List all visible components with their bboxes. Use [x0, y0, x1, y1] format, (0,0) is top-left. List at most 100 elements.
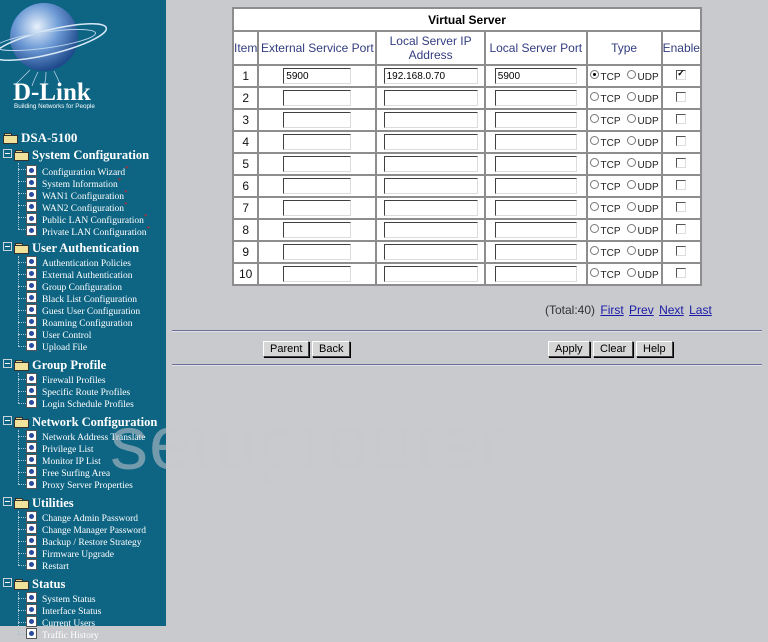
- external-port-input[interactable]: [283, 90, 352, 107]
- nav-item[interactable]: Public LAN Configuration*: [26, 211, 147, 226]
- external-port-input[interactable]: [283, 134, 352, 151]
- udp-radio[interactable]: [626, 136, 636, 145]
- tcp-radio[interactable]: [589, 180, 599, 189]
- udp-radio[interactable]: [626, 114, 636, 123]
- nav-item[interactable]: Current Users: [26, 616, 95, 629]
- local-port-input[interactable]: [494, 222, 577, 239]
- local-ip-input[interactable]: [383, 90, 478, 107]
- udp-radio[interactable]: [626, 158, 636, 167]
- nav-item[interactable]: Private LAN Configuration*: [26, 223, 150, 238]
- tcp-radio[interactable]: [589, 114, 599, 123]
- external-port-input[interactable]: [283, 266, 352, 283]
- parent-button[interactable]: Parent: [263, 341, 310, 357]
- nav-group[interactable]: Network Configuration: [3, 414, 157, 430]
- nav-item[interactable]: Proxy Server Properties: [26, 478, 133, 491]
- enable-checkbox[interactable]: [676, 136, 687, 146]
- udp-radio[interactable]: [626, 70, 636, 79]
- nav-item[interactable]: Privilege List: [26, 442, 93, 455]
- enable-checkbox[interactable]: [676, 68, 687, 80]
- local-ip-input[interactable]: [383, 156, 478, 173]
- nav-item[interactable]: Backup / Restore Strategy: [26, 535, 141, 548]
- next-link[interactable]: Next: [659, 303, 684, 317]
- help-button[interactable]: Help: [636, 341, 673, 357]
- external-port-input[interactable]: [283, 244, 352, 261]
- udp-radio[interactable]: [626, 224, 636, 233]
- nav-item[interactable]: External Authentication: [26, 268, 133, 281]
- external-port-input[interactable]: [283, 178, 352, 195]
- local-ip-input[interactable]: [383, 68, 478, 85]
- collapse-icon[interactable]: [3, 359, 12, 368]
- enable-checkbox[interactable]: [676, 268, 687, 278]
- nav-item[interactable]: Interface Status: [26, 604, 101, 617]
- enable-checkbox[interactable]: [676, 224, 687, 234]
- enable-checkbox[interactable]: [676, 202, 687, 212]
- enable-checkbox[interactable]: [676, 158, 687, 168]
- nav-item[interactable]: Restart: [26, 559, 69, 572]
- clear-button[interactable]: Clear: [593, 341, 634, 357]
- external-port-input[interactable]: [283, 112, 352, 129]
- nav-item[interactable]: Authentication Policies: [26, 256, 131, 269]
- local-ip-input[interactable]: [383, 112, 478, 129]
- external-port-input[interactable]: [283, 68, 352, 85]
- nav-item[interactable]: Configuration Wizard*: [26, 163, 129, 178]
- nav-group[interactable]: Status: [3, 576, 65, 592]
- back-button[interactable]: Back: [312, 341, 351, 357]
- tcp-radio[interactable]: [589, 224, 599, 233]
- nav-item[interactable]: System Information*: [26, 175, 121, 190]
- nav-item[interactable]: Guest User Configuration: [26, 304, 140, 317]
- nav-root[interactable]: DSA-5100: [3, 130, 77, 146]
- collapse-icon[interactable]: [3, 242, 12, 251]
- nav-item[interactable]: Change Manager Password: [26, 523, 146, 536]
- local-ip-input[interactable]: [383, 244, 478, 261]
- local-port-input[interactable]: [494, 178, 577, 195]
- apply-button[interactable]: Apply: [548, 341, 590, 357]
- external-port-input[interactable]: [283, 156, 352, 173]
- nav-item[interactable]: Upload File: [26, 340, 87, 353]
- nav-group[interactable]: Group Profile: [3, 357, 106, 373]
- nav-item[interactable]: Firmware Upgrade: [26, 547, 114, 560]
- udp-radio[interactable]: [626, 92, 636, 101]
- external-port-input[interactable]: [283, 200, 352, 217]
- nav-item[interactable]: User Control: [26, 328, 91, 341]
- tcp-radio[interactable]: [589, 202, 599, 211]
- local-ip-input[interactable]: [383, 178, 478, 195]
- local-port-input[interactable]: [494, 156, 577, 173]
- collapse-icon[interactable]: [3, 497, 12, 506]
- nav-item[interactable]: Group Configuration: [26, 280, 122, 293]
- local-port-input[interactable]: [494, 244, 577, 261]
- nav-item[interactable]: Specific Route Profiles: [26, 385, 130, 398]
- enable-checkbox[interactable]: [676, 92, 687, 102]
- tcp-radio[interactable]: [589, 70, 599, 79]
- udp-radio[interactable]: [626, 202, 636, 211]
- first-link[interactable]: First: [600, 303, 623, 317]
- local-ip-input[interactable]: [383, 222, 478, 239]
- local-port-input[interactable]: [494, 90, 577, 107]
- enable-checkbox[interactable]: [676, 180, 687, 190]
- enable-checkbox[interactable]: [676, 246, 687, 256]
- enable-checkbox[interactable]: [676, 114, 687, 124]
- nav-group[interactable]: User Authentication: [3, 240, 139, 256]
- nav-item[interactable]: WAN2 Configuration*: [26, 199, 128, 214]
- local-ip-input[interactable]: [383, 200, 478, 217]
- nav-item[interactable]: Change Admin Password: [26, 511, 138, 524]
- nav-item[interactable]: Login Schedule Profiles: [26, 397, 134, 410]
- nav-item[interactable]: Black List Configuration: [26, 292, 137, 305]
- local-port-input[interactable]: [494, 112, 577, 129]
- nav-item[interactable]: WAN1 Configuration*: [26, 187, 128, 202]
- nav-item[interactable]: Free Surfing Area: [26, 466, 110, 479]
- local-port-input[interactable]: [494, 68, 577, 85]
- nav-group[interactable]: System Configuration: [3, 147, 149, 163]
- local-ip-input[interactable]: [383, 134, 478, 151]
- nav-item[interactable]: Traffic History: [26, 628, 99, 641]
- local-port-input[interactable]: [494, 266, 577, 283]
- udp-radio[interactable]: [626, 246, 636, 255]
- nav-item[interactable]: Roaming Configuration: [26, 316, 133, 329]
- last-link[interactable]: Last: [689, 303, 712, 317]
- nav-item[interactable]: Monitor IP List: [26, 454, 101, 467]
- nav-item[interactable]: Network Address Translate: [26, 430, 145, 443]
- udp-radio[interactable]: [626, 180, 636, 189]
- local-port-input[interactable]: [494, 134, 577, 151]
- collapse-icon[interactable]: [3, 578, 12, 587]
- nav-group[interactable]: Utilities: [3, 495, 74, 511]
- tcp-radio[interactable]: [589, 136, 599, 145]
